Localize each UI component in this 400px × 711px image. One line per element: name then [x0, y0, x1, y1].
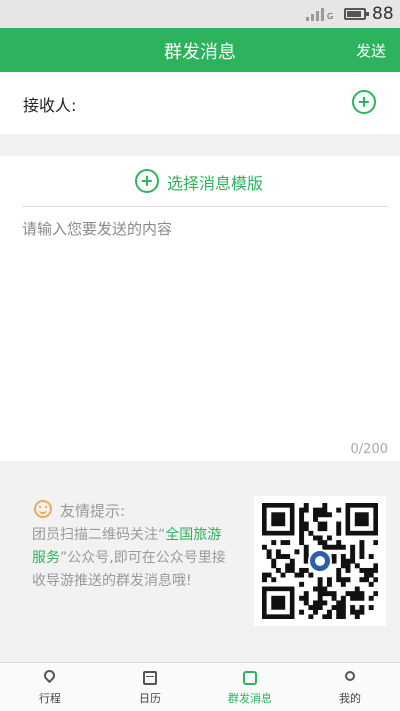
battery-level: 88 — [372, 4, 394, 24]
page-title: 群发消息 — [164, 42, 236, 63]
tab-label: 我的 — [339, 692, 361, 705]
tab-itinerary[interactable]: 行程 — [0, 663, 100, 711]
tab-mine[interactable]: 我的 — [300, 663, 400, 711]
tab-label: 群发消息 — [228, 692, 272, 705]
tab-group-message[interactable]: 群发消息 — [200, 663, 300, 711]
message-input[interactable] — [18, 214, 388, 434]
location-pin-icon — [41, 667, 58, 684]
tip-text-before: 团员扫描二维码关注“ — [32, 527, 166, 543]
qr-code-image — [262, 503, 378, 619]
add-template-icon — [135, 169, 159, 193]
qr-code — [254, 496, 386, 626]
select-template-button[interactable]: 选择消息模版 — [0, 156, 400, 206]
header: 群发消息 发送 — [0, 28, 400, 72]
recipient-label: 接收人: — [23, 96, 77, 115]
tip-text-after: ”公众号,即可在公众号里接收导游推送的群发消息哦! — [32, 550, 226, 589]
smile-icon — [34, 500, 52, 518]
send-button[interactable]: 发送 — [356, 40, 386, 61]
user-icon — [345, 671, 355, 681]
calendar-icon — [143, 671, 157, 685]
tab-calendar[interactable]: 日历 — [100, 663, 200, 711]
message-icon — [243, 671, 257, 685]
battery-icon — [344, 8, 369, 20]
recipient-row: 接收人: — [0, 72, 400, 134]
tip-title: 友情提示: — [60, 502, 126, 520]
add-recipient-icon[interactable] — [352, 90, 376, 114]
divider — [22, 206, 389, 207]
tab-bar: 行程 日历 群发消息 我的 — [0, 662, 400, 711]
tab-label: 日历 — [139, 692, 161, 705]
char-count: 0/200 — [350, 442, 388, 457]
network-type: G — [327, 12, 334, 21]
tip-text: 团员扫描二维码关注“全国旅游服务”公众号,即可在公众号里接收导游推送的群发消息哦… — [32, 524, 232, 593]
select-template-label: 选择消息模版 — [167, 174, 264, 193]
compose-panel: 选择消息模版 0/200 — [0, 156, 400, 461]
tab-label: 行程 — [39, 692, 61, 705]
status-bar: G 88 — [0, 0, 400, 28]
